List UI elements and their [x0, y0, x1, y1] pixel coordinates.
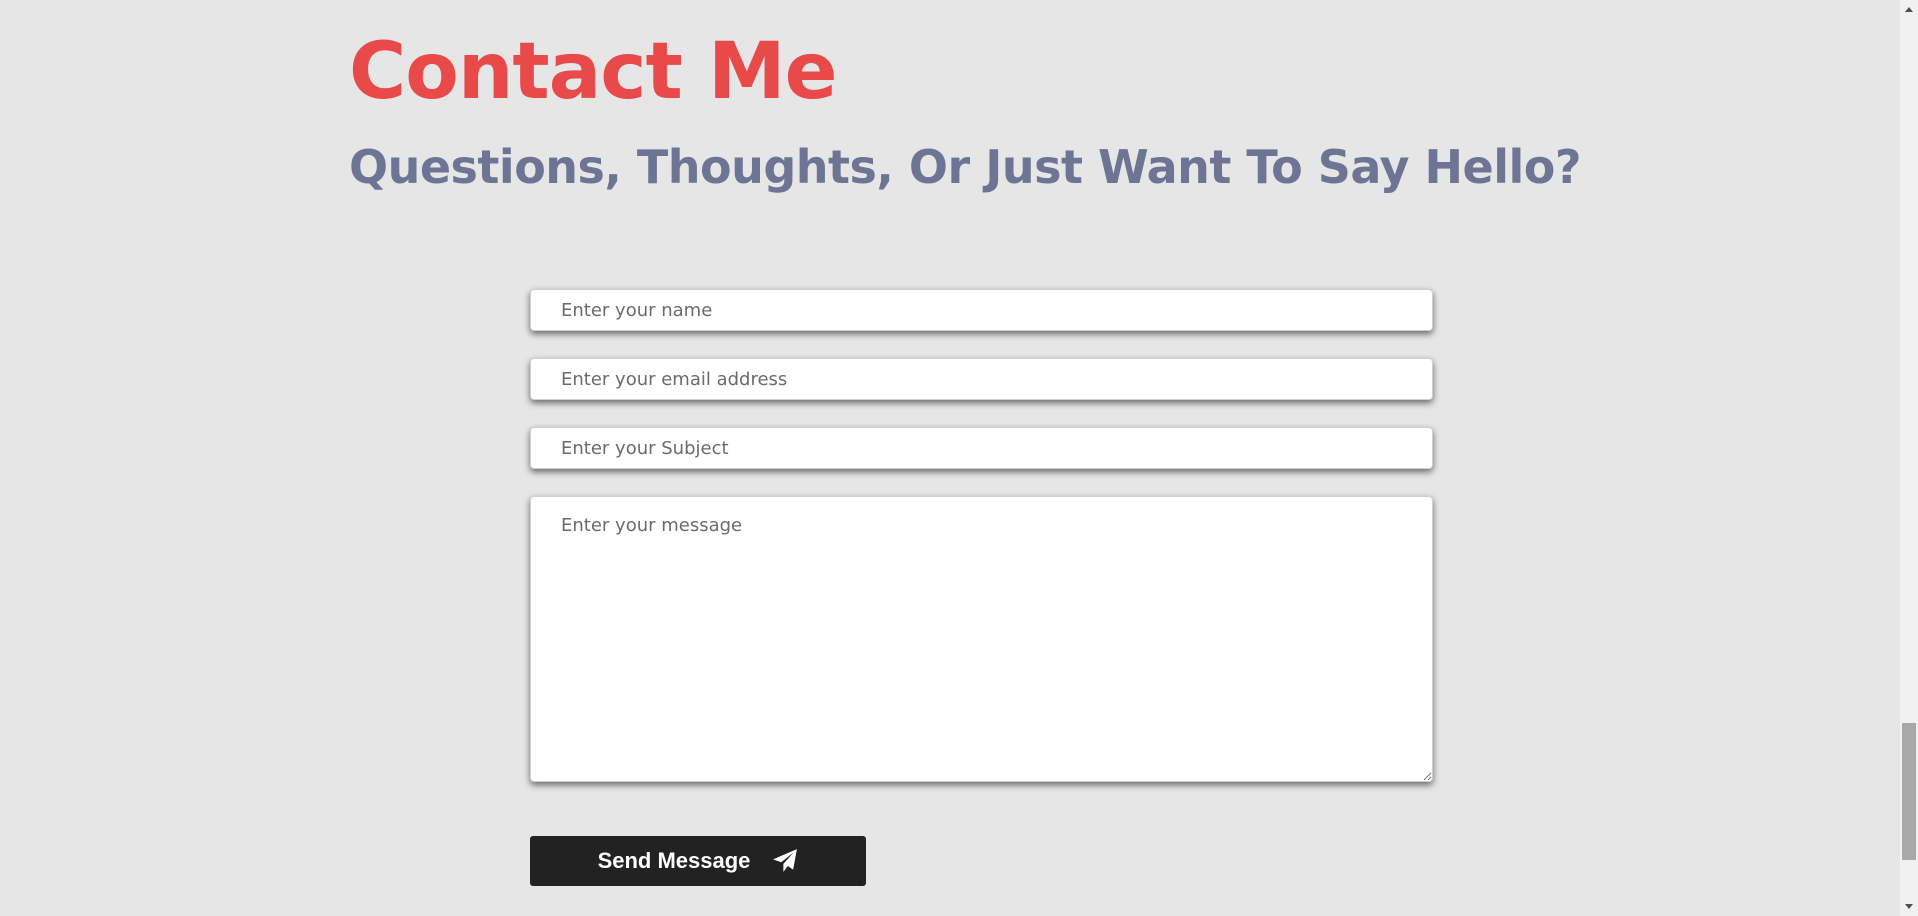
vertical-scrollbar[interactable]	[1900, 0, 1918, 916]
subject-input[interactable]	[530, 427, 1433, 469]
scrollbar-thumb[interactable]	[1902, 723, 1916, 860]
send-message-label: Send Message	[597, 848, 751, 873]
scroll-down-arrow-icon[interactable]	[1900, 898, 1918, 916]
message-textarea[interactable]	[530, 496, 1433, 782]
send-message-button[interactable]: Send Message	[530, 836, 866, 886]
page-title: Contact Me	[349, 27, 837, 117]
contact-page: Contact Me Questions, Thoughts, Or Just …	[0, 0, 1918, 916]
name-input[interactable]	[530, 289, 1433, 331]
scroll-up-arrow-icon[interactable]	[1900, 0, 1918, 18]
email-input[interactable]	[530, 358, 1433, 400]
paper-plane-icon	[772, 848, 798, 874]
page-subtitle: Questions, Thoughts, Or Just Want To Say…	[349, 140, 1582, 194]
